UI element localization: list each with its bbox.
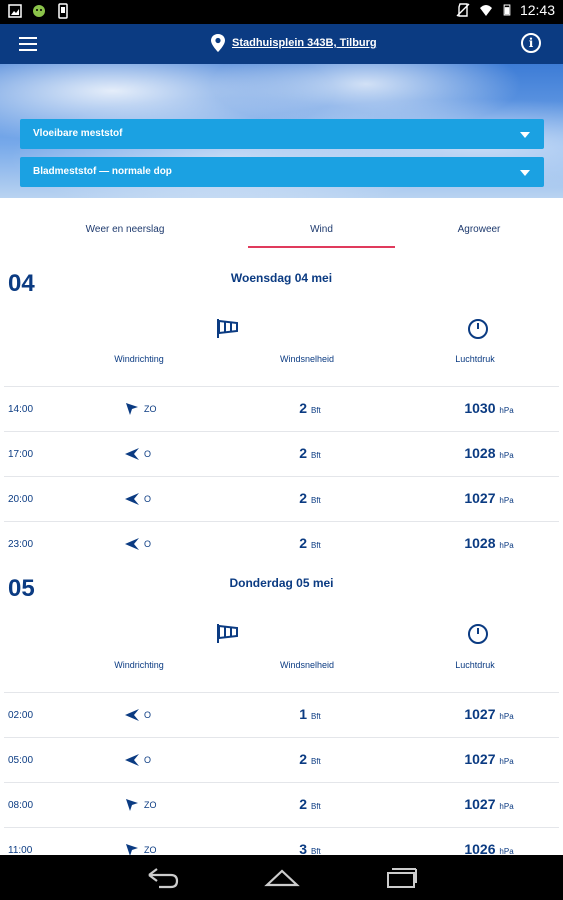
wind-direction-label: ZO — [144, 404, 157, 414]
tab-agro[interactable]: Agroweer — [410, 224, 548, 235]
wind-speed: 1 Bft — [299, 706, 321, 722]
forecast-row: 23:00 O 2 Bft 1028 hPa — [4, 521, 559, 566]
row-time: 17:00 — [8, 449, 34, 460]
forecast-row: 20:00 O 2 Bft 1027 hPa — [4, 476, 559, 521]
wind-arrow-icon — [126, 403, 138, 415]
battery-icon — [503, 4, 511, 16]
menu-icon[interactable] — [19, 37, 37, 51]
column-direction: Windrichting — [114, 660, 164, 670]
location-text: Stadhuisplein 343B, Tilburg — [232, 37, 377, 49]
info-icon[interactable]: i — [521, 33, 541, 53]
column-speed: Windsnelheid — [279, 354, 335, 364]
wind-direction-label: ZO — [144, 845, 157, 855]
phone-icon — [58, 3, 68, 19]
forecast-row: 14:00 ZO 2 Bft 1030 hPa — [4, 386, 559, 431]
barometer-icon — [468, 624, 488, 644]
day-title: Donderdag 05 mei — [229, 576, 334, 590]
wind-speed: 2 Bft — [299, 445, 321, 461]
wind-speed: 2 Bft — [299, 796, 321, 812]
wind-direction: ZO — [124, 797, 157, 813]
row-time: 05:00 — [8, 755, 34, 766]
wind-arrow-icon — [125, 448, 139, 460]
wind-direction-label: O — [144, 494, 152, 504]
status-bar: 12:43 — [0, 0, 563, 24]
column-pressure: Luchtdruk — [455, 354, 495, 364]
wind-direction-label: O — [144, 449, 152, 459]
back-icon[interactable] — [145, 867, 179, 889]
wind-speed: 2 Bft — [299, 535, 321, 551]
windsock-icon — [217, 624, 238, 643]
row-time: 20:00 — [8, 494, 34, 505]
row-time: 11:00 — [8, 845, 33, 855]
fertilizer-type-value: Vloeibare meststof — [33, 128, 123, 139]
tab-bar: Weer en neerslag Wind Agroweer — [0, 210, 563, 250]
barometer-icon — [468, 319, 488, 339]
home-icon[interactable] — [264, 867, 300, 889]
wind-direction-label: O — [144, 710, 152, 720]
app-bar: Stadhuisplein 343B, Tilburg i — [0, 24, 563, 64]
pressure: 1027 hPa — [464, 490, 514, 506]
wind-arrow-icon — [126, 799, 138, 811]
chevron-down-icon — [520, 170, 530, 176]
forecast-list[interactable]: 04 Woensdag 04 mei Windrichting Windsnel… — [0, 258, 563, 855]
row-time: 08:00 — [8, 800, 34, 811]
wind-arrow-icon — [125, 754, 139, 766]
tab-wind[interactable]: Wind — [248, 224, 395, 235]
wind-direction-label: O — [144, 539, 152, 549]
pressure: 1027 hPa — [464, 706, 514, 722]
location-pin-icon — [211, 34, 225, 52]
fertilizer-type-select[interactable]: Vloeibare meststof — [20, 119, 544, 149]
wind-direction: O — [124, 752, 151, 768]
column-direction: Windrichting — [114, 354, 164, 364]
row-time: 02:00 — [8, 710, 34, 721]
pressure: 1027 hPa — [464, 796, 514, 812]
pressure: 1026 hPa — [464, 841, 514, 855]
notification-image-icon — [8, 4, 22, 18]
location-button[interactable]: Stadhuisplein 343B, Tilburg — [210, 33, 377, 53]
wind-direction-label: ZO — [144, 800, 157, 810]
row-time: 23:00 — [8, 539, 34, 550]
system-nav-bar — [0, 855, 563, 900]
forecast-row: 02:00 O 1 Bft 1027 hPa — [4, 692, 559, 737]
pressure: 1028 hPa — [464, 535, 514, 551]
row-time: 14:00 — [8, 404, 34, 415]
day-title: Woensdag 04 mei — [230, 271, 333, 285]
wind-direction: O — [124, 491, 151, 507]
wind-speed: 2 Bft — [299, 751, 321, 767]
recents-icon[interactable] — [386, 867, 418, 889]
column-pressure: Luchtdruk — [455, 660, 495, 670]
wind-direction-label: O — [144, 755, 152, 765]
clock: 12:43 — [519, 2, 555, 18]
wind-direction: O — [124, 446, 151, 462]
nozzle-type-select[interactable]: Bladmeststof — normale dop — [20, 157, 544, 187]
android-icon — [33, 5, 45, 17]
forecast-row: 17:00 O 2 Bft 1028 hPa — [4, 431, 559, 476]
pressure: 1030 hPa — [464, 400, 514, 416]
wind-arrow-icon — [125, 709, 139, 721]
active-tab-indicator — [248, 246, 395, 248]
wind-arrow-icon — [125, 538, 139, 550]
pressure: 1028 hPa — [464, 445, 514, 461]
no-sim-icon — [456, 3, 470, 17]
nozzle-type-value: Bladmeststof — normale dop — [33, 166, 172, 177]
wifi-icon — [479, 5, 492, 16]
wind-direction: ZO — [124, 842, 157, 855]
column-speed: Windsnelheid — [279, 660, 335, 670]
wind-direction: ZO — [124, 401, 157, 417]
wind-speed: 2 Bft — [299, 400, 321, 416]
forecast-row: 11:00 ZO 3 Bft 1026 hPa — [4, 827, 559, 855]
tab-weather[interactable]: Weer en neerslag — [60, 224, 190, 235]
chevron-down-icon — [520, 132, 530, 138]
forecast-row: 05:00 O 2 Bft 1027 hPa — [4, 737, 559, 782]
wind-speed: 3 Bft — [299, 841, 321, 855]
windsock-icon — [217, 319, 238, 338]
wind-speed: 2 Bft — [299, 490, 321, 506]
wind-direction: O — [124, 536, 151, 552]
wind-arrow-icon — [126, 844, 138, 855]
wind-direction: O — [124, 707, 151, 723]
forecast-row: 08:00 ZO 2 Bft 1027 hPa — [4, 782, 559, 827]
pressure: 1027 hPa — [464, 751, 514, 767]
wind-arrow-icon — [125, 493, 139, 505]
